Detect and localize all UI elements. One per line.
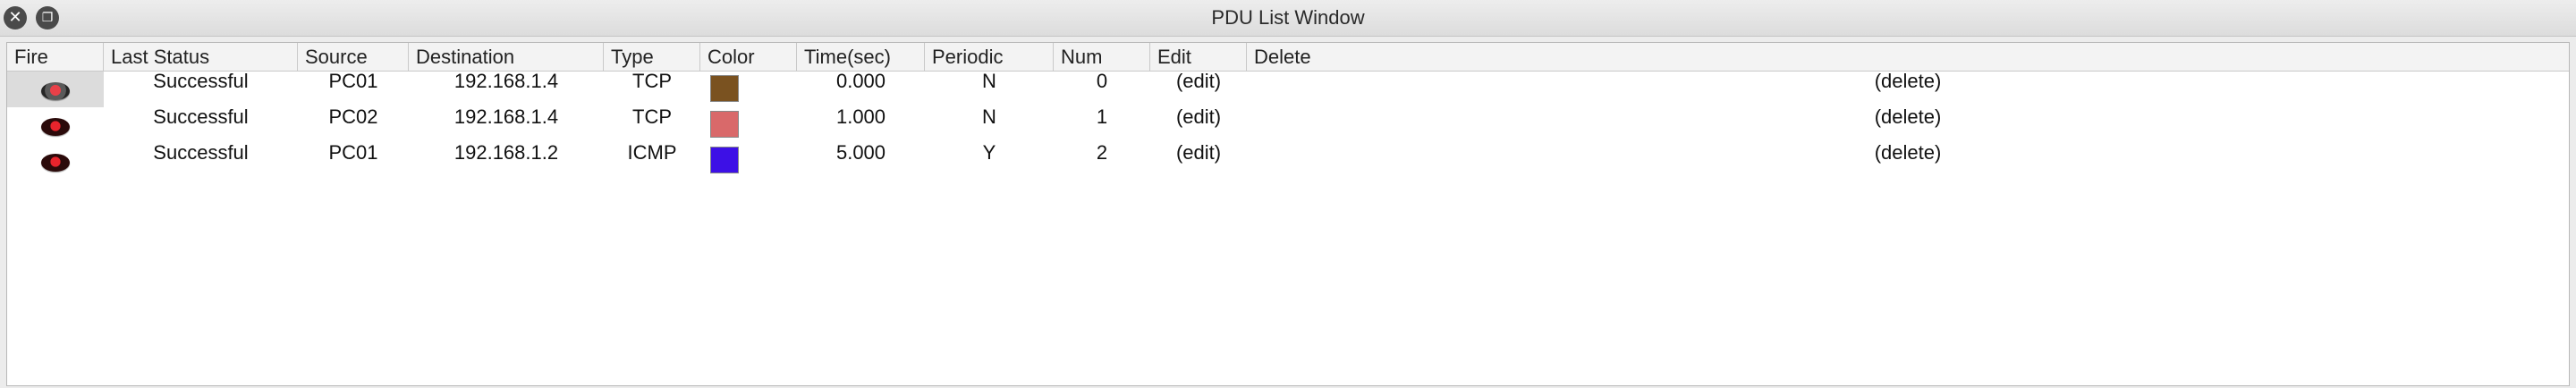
column-header-periodic[interactable]: Periodic xyxy=(925,43,1054,71)
color-swatch xyxy=(710,147,739,173)
last-status-cell: Successful xyxy=(153,105,249,128)
time-cell: 1.000 xyxy=(835,105,886,128)
fire-button-icon[interactable] xyxy=(41,82,70,100)
column-header-num[interactable]: Num xyxy=(1054,43,1150,71)
table-row[interactable]: Successful PC01 192.168.1.2 ICMP 5.000 Y… xyxy=(7,143,2569,179)
last-status-cell: Successful xyxy=(153,70,249,92)
column-header-time[interactable]: Time(sec) xyxy=(797,43,925,71)
column-header-color[interactable]: Color xyxy=(700,43,797,71)
column-header-fire[interactable]: Fire xyxy=(7,43,104,71)
title-bar: ✕ ❐ PDU List Window xyxy=(0,0,2576,37)
source-cell: PC02 xyxy=(328,105,378,128)
num-cell: 2 xyxy=(1096,141,1108,164)
delete-link[interactable]: (delete) xyxy=(1247,72,2569,107)
column-header-type[interactable]: Type xyxy=(604,43,700,71)
destination-cell: 192.168.1.4 xyxy=(453,70,559,92)
delete-link[interactable]: (delete) xyxy=(1247,107,2569,143)
source-cell: PC01 xyxy=(328,141,378,164)
edit-link[interactable]: (edit) xyxy=(1150,72,1247,107)
delete-link[interactable]: (delete) xyxy=(1247,143,2569,179)
color-swatch xyxy=(710,111,739,138)
window-title: PDU List Window xyxy=(1211,6,1365,29)
color-swatch xyxy=(710,75,739,102)
fire-cell xyxy=(7,107,104,143)
periodic-cell: N xyxy=(982,70,996,92)
num-cell: 0 xyxy=(1096,70,1108,92)
last-status-cell: Successful xyxy=(153,141,249,164)
destination-cell: 192.168.1.2 xyxy=(453,141,559,164)
table-row[interactable]: Successful PC02 192.168.1.4 TCP 1.000 N … xyxy=(7,107,2569,143)
source-cell: PC01 xyxy=(328,70,378,92)
periodic-cell: N xyxy=(982,105,996,128)
table-row[interactable]: Successful PC01 192.168.1.4 TCP 0.000 N … xyxy=(7,72,2569,107)
time-cell: 5.000 xyxy=(835,141,886,164)
fire-cell xyxy=(7,143,104,179)
periodic-cell: Y xyxy=(982,141,996,164)
fire-button-icon[interactable] xyxy=(41,118,70,136)
column-header-source[interactable]: Source xyxy=(298,43,409,71)
fire-cell xyxy=(7,72,104,107)
type-cell: TCP xyxy=(632,70,672,92)
destination-cell: 192.168.1.4 xyxy=(453,105,559,128)
time-cell: 0.000 xyxy=(835,70,886,92)
pdu-table: Fire Last Status Source Destination Type… xyxy=(6,42,2570,386)
table-header: Fire Last Status Source Destination Type… xyxy=(7,43,2569,72)
edit-link[interactable]: (edit) xyxy=(1150,107,1247,143)
column-header-edit[interactable]: Edit xyxy=(1150,43,1247,71)
type-cell: TCP xyxy=(632,105,672,128)
type-cell: ICMP xyxy=(627,141,677,164)
edit-link[interactable]: (edit) xyxy=(1150,143,1247,179)
column-header-destination[interactable]: Destination xyxy=(409,43,604,71)
column-header-last-status[interactable]: Last Status xyxy=(104,43,298,71)
fire-button-icon[interactable] xyxy=(41,154,70,172)
column-header-delete[interactable]: Delete xyxy=(1247,43,2569,71)
num-cell: 1 xyxy=(1096,105,1108,128)
